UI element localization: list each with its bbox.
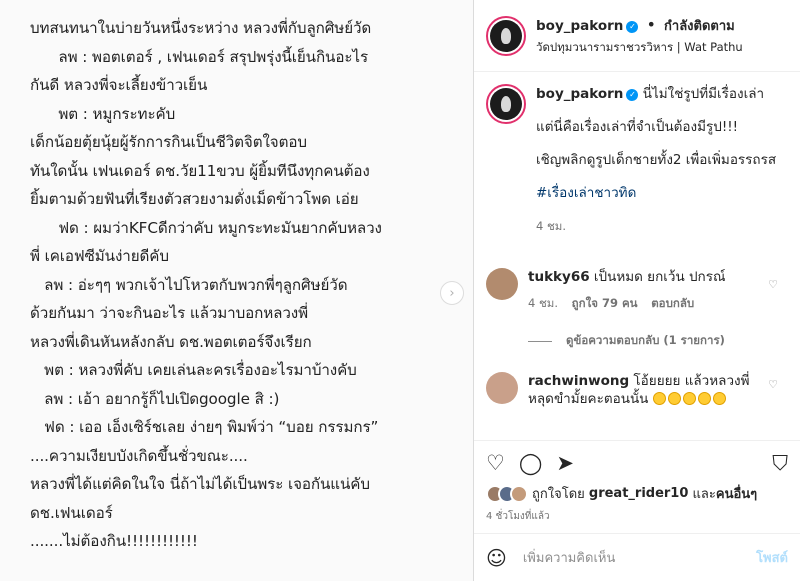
story-line: ลพ : พอตเตอร์ , เฟนเดอร์ สรุปพรุ่งนี้เย็… <box>30 47 369 66</box>
story-line: ยิ้มตามด้วยฟันที่เรียงตัวสวยงามดั่งเม็ดข… <box>30 190 359 208</box>
story-line: พต : หมูกระทะคับ <box>30 104 176 123</box>
post-frame: บทสนทนาในบ่ายวันหนึ่งระหว่าง หลวงพี่กับล… <box>0 0 800 581</box>
location-link[interactable]: วัดปทุมวนารามราชวรวิหาร | Wat Pathu <box>536 39 743 57</box>
comment: tukky66 เป็นหมด ยกเว้น ปกรณ์ 4 ชม. ถูกใจ… <box>486 268 790 312</box>
caption-time[interactable]: 4 ชม. <box>536 219 566 233</box>
story-line: กันดี หลวงพี่จะเลี้ยงข้าวเย็น <box>30 76 208 94</box>
story-line: พต : หลวงพี่คับ เคยเล่นละครเรื่องอะไรมาบ… <box>30 361 357 379</box>
reply-button[interactable]: ตอบกลับ <box>651 296 694 310</box>
laughing-emoji-icon <box>652 391 728 407</box>
story-line: ฟด : เออ เอ็งเซิร์ชเลย ง่ายๆ พิมพ์ว่า “บ… <box>30 418 379 436</box>
comment-username[interactable]: rachwinwong <box>528 373 629 389</box>
avatar[interactable] <box>486 268 518 300</box>
story-line: หลวงพี่ได้แต่คิดในใจ นี่ถ้าไม่ได้เป็นพระ… <box>30 475 370 493</box>
hashtag-link[interactable]: #เรื่องเล่าชาวทิด <box>536 183 790 204</box>
share-icon[interactable]: ➤ <box>556 451 574 475</box>
avatar[interactable] <box>486 372 518 404</box>
post-button[interactable]: โพสต์ <box>756 547 788 568</box>
avatar <box>510 484 528 503</box>
story-line: เด็กน้อยตุ้ยนุ้ยผู้รักการกินเป็นชีวิตจิต… <box>30 133 307 151</box>
avatar[interactable] <box>486 84 526 124</box>
view-replies-button[interactable]: ดูข้อความตอบกลับ (1 รายการ) <box>528 332 725 350</box>
verified-badge-icon: ✓ <box>626 89 639 101</box>
post-header: boy_pakorn ✓ • กำลังติดตาม วัดปทุมวนารามร… <box>474 0 800 72</box>
story-line: ด้วยกันมา ว่าจะกินอะไร แล้วมาบอกหลวงพี่ <box>30 304 309 322</box>
post-media: บทสนทนาในบ่ายวันหนึ่งระหว่าง หลวงพี่กับล… <box>0 0 474 581</box>
comment-time[interactable]: 4 ชม. <box>528 296 558 310</box>
story-line: ดช.เฟนเดอร์ <box>30 503 113 522</box>
story-line: พี่ เคเอฟซีมันง่ายดีคับ <box>30 247 169 265</box>
story-line: ฟด : ผมว่าKFCดีกว่าคับ หมูกระทะมันยากคับ… <box>30 218 382 237</box>
post-sidebar: boy_pakorn ✓ • กำลังติดตาม วัดปทุมวนารามร… <box>474 0 800 581</box>
emoji-icon[interactable]: ☺ <box>486 546 507 570</box>
separator: • <box>646 14 656 34</box>
caption: boy_pakorn ✓ นี่ไม่ใช่รูปที่มีเรื่องเล่า … <box>486 84 790 237</box>
likes-summary: ถูกใจโดย great_rider10 และ คนอื่นๆ <box>474 481 800 506</box>
comment-likes[interactable]: ถูกใจ 79 คน <box>572 296 638 310</box>
bookmark-icon[interactable]: ⛉ <box>772 451 788 475</box>
caption-username[interactable]: boy_pakorn <box>536 86 623 102</box>
caption-text: นี่ไม่ใช่รูปที่มีเรื่องเล่า <box>642 86 765 102</box>
story-line: .......ไม่ต้องกิน!!!!!!!!!!!! <box>30 532 198 550</box>
likes-others[interactable]: คนอื่นๆ <box>716 483 757 504</box>
avatar[interactable] <box>486 15 526 56</box>
story-line: ....ความเงียบบังเกิดขึ้นชั่วขณะ.... <box>30 446 248 465</box>
comment-username[interactable]: tukky66 <box>528 269 590 285</box>
story-line: ทันใดนั้น เฟนเดอร์ ดช.วัย11ขวบ ผู้ยิ้มที… <box>30 161 370 180</box>
story-line: ลพ : อ่ะๆๆ พวกเจ้าไปโหวตกับพวกพี่ๆลูกศิษ… <box>30 275 348 294</box>
caption-text: เชิญพลิกดูรูปเด็กชายทั้ง2 เพื่อเพิ่มอรรถ… <box>536 152 777 168</box>
view-replies-label: ดูข้อความตอบกลับ (1 รายการ) <box>566 333 725 347</box>
story-line: ลพ : เอ้า อยากรู้ก็ไปเปิดgoogle สิ :) <box>30 389 280 408</box>
comment-text: เป็นหมด ยกเว้น ปกรณ์ <box>593 269 726 285</box>
story-line: หลวงพี่เดินหันหลังกลับ ดช.พอตเตอร์จึงเรี… <box>30 332 312 351</box>
caption-text: แต่นี่คือเรื่องเล่าที่จำเป็นต้องมีรูป!!! <box>536 119 739 135</box>
comment: rachwinwong โอ้ยยยย แล้วหลวงพี่หลุดขำมั้… <box>486 372 790 408</box>
likes-and: และ <box>692 487 716 502</box>
story-line: บทสนทนาในบ่ายวันหนึ่งระหว่าง หลวงพี่กับล… <box>30 19 372 37</box>
header-username[interactable]: boy_pakorn <box>536 18 623 34</box>
comment-input[interactable]: เพิ่มความคิดเห็น <box>523 547 756 568</box>
verified-badge-icon: ✓ <box>626 20 639 33</box>
story-text: บทสนทนาในบ่ายวันหนึ่งระหว่าง หลวงพี่กับล… <box>30 14 473 556</box>
heart-icon[interactable]: ♡ <box>768 378 778 391</box>
add-comment-bar: ☺ เพิ่มความคิดเห็น โพสต์ <box>474 533 800 581</box>
heart-icon[interactable]: ♡ <box>768 278 778 291</box>
liker-username[interactable]: great_rider10 <box>589 486 689 501</box>
next-slide-button[interactable]: › <box>440 281 464 305</box>
likes-prefix: ถูกใจโดย <box>532 487 585 502</box>
chevron-right-icon: › <box>449 285 455 301</box>
following-button[interactable]: กำลังติดตาม <box>664 19 735 34</box>
post-time[interactable]: 4 ชั่วโมงที่แล้ว <box>474 506 800 527</box>
comment-icon[interactable]: ◯ <box>519 451 543 475</box>
heart-icon[interactable]: ♡ <box>486 451 505 475</box>
